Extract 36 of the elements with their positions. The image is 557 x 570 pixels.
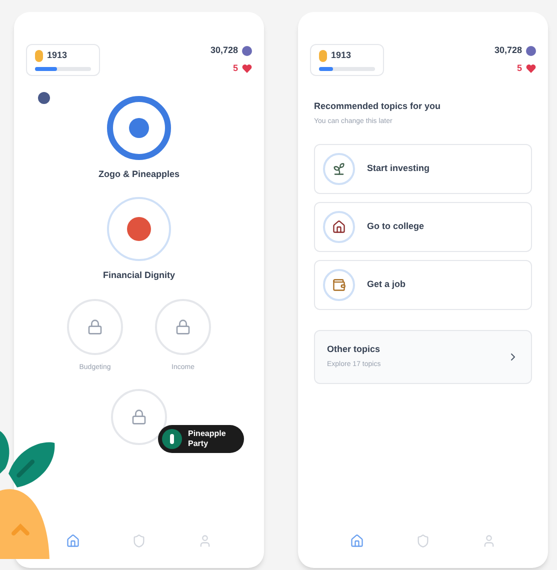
pineapple-icon <box>319 50 327 62</box>
lock-icon <box>131 409 147 425</box>
heart-icon <box>242 64 252 73</box>
score-text: 1913 <box>331 49 352 62</box>
card-title: Other topics <box>327 342 380 356</box>
lesson-label: Financial Dignity <box>102 269 175 282</box>
topic-icon <box>323 152 355 184</box>
heart-icon <box>526 64 536 73</box>
coin-icon <box>526 46 536 56</box>
home-icon <box>66 534 80 548</box>
heart-count: 5 <box>232 62 238 74</box>
coin-icon <box>242 46 252 56</box>
topic-icon <box>323 210 355 242</box>
apple-icon <box>126 217 151 241</box>
pineapple-icon <box>35 50 43 62</box>
shield-icon <box>416 534 430 548</box>
topic-card[interactable]: Go to college <box>314 202 532 252</box>
person-icon <box>482 534 496 548</box>
topic-icon <box>323 268 355 300</box>
score-text: 1913 <box>47 49 68 62</box>
section-title: Recommended topics for you <box>314 100 442 113</box>
topic-card[interactable]: Start investing <box>314 144 532 194</box>
lesson-label: Zogo & Pineapples <box>98 168 180 181</box>
party-button[interactable]: Pineapple Party <box>158 425 244 453</box>
person-icon <box>198 534 212 548</box>
shield-icon <box>132 534 146 548</box>
coin-count: 30,728 <box>494 44 522 57</box>
lesson-icon <box>128 118 149 138</box>
home-icon <box>350 534 364 548</box>
badge-icon <box>38 92 50 104</box>
lock-icon <box>175 318 191 334</box>
microphone-icon <box>162 429 182 449</box>
topic-card[interactable]: Get a job <box>314 260 532 310</box>
lock-icon <box>87 318 103 334</box>
coin-count: 30,728 <box>210 44 238 57</box>
heart-count: 5 <box>516 62 522 74</box>
